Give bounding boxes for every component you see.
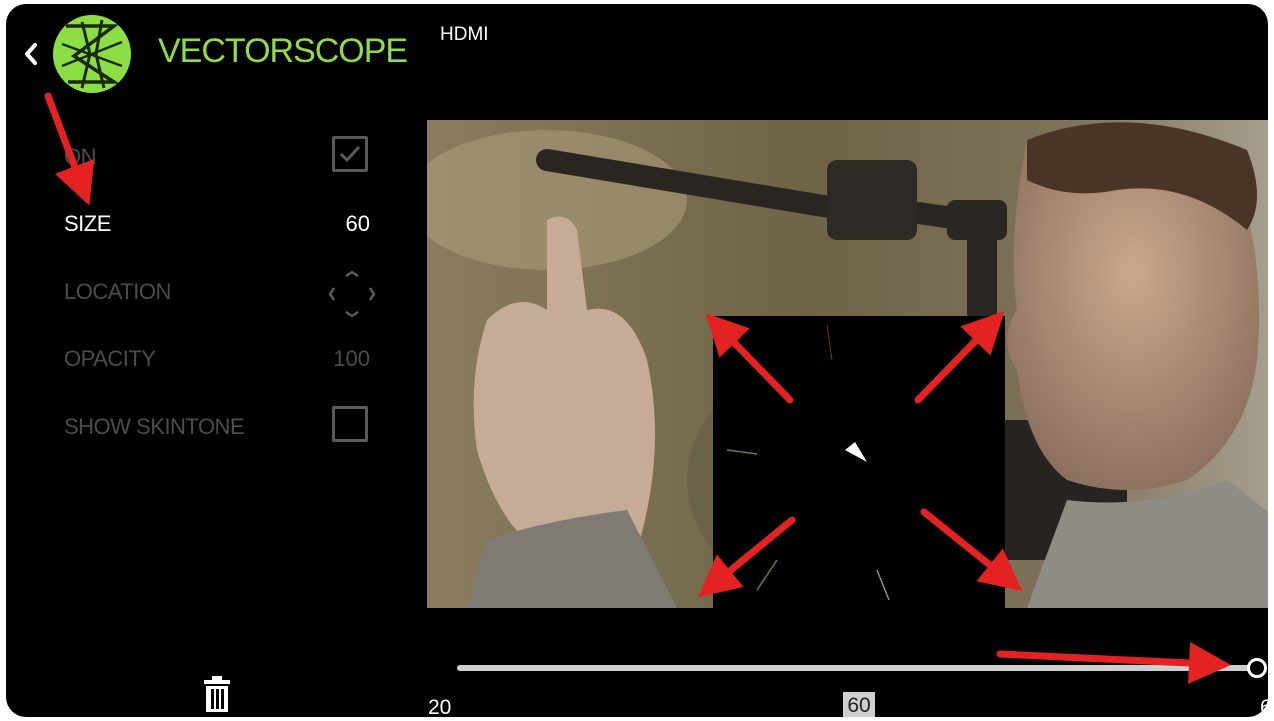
monitor-screen: VECTORSCOPE HDMI ON SIZE 60 LOCATION OPA… xyxy=(6,4,1268,717)
show-skintone-checkbox[interactable] xyxy=(332,406,368,442)
back-button[interactable] xyxy=(20,40,42,68)
video-preview xyxy=(427,120,1268,608)
menu-item-location-label: LOCATION xyxy=(64,279,171,304)
video-frame-image xyxy=(427,120,1268,608)
menu-item-on-label: ON xyxy=(64,144,97,169)
size-value: 60 xyxy=(345,211,370,236)
app-logo xyxy=(53,15,131,93)
chevron-left-icon xyxy=(25,43,37,65)
menu-item-show-skintone-label: SHOW SKINTONE xyxy=(64,414,245,439)
slider-min-label: 20 xyxy=(428,696,452,717)
slider-current-label: 60 xyxy=(843,692,875,717)
on-checkbox[interactable] xyxy=(332,136,368,172)
size-slider-track[interactable] xyxy=(457,665,1257,671)
input-source-label: HDMI xyxy=(440,24,489,45)
menu-item-location[interactable]: LOCATION xyxy=(64,279,171,305)
checkmark-icon xyxy=(339,145,361,163)
opacity-value: 100 xyxy=(333,346,370,371)
size-slider-handle[interactable] xyxy=(1247,658,1267,678)
slider-max-label: 6 xyxy=(1260,696,1268,717)
menu-item-opacity-label: OPACITY xyxy=(64,346,156,371)
menu-item-size-label: SIZE xyxy=(64,211,111,236)
menu-item-size[interactable]: SIZE xyxy=(64,211,111,237)
page-title: VECTORSCOPE xyxy=(158,32,408,70)
menu-item-opacity[interactable]: OPACITY xyxy=(64,346,156,372)
menu-item-show-skintone[interactable]: SHOW SKINTONE xyxy=(64,414,245,440)
location-diamond-icon[interactable] xyxy=(328,270,376,318)
menu-item-on[interactable]: ON xyxy=(64,144,97,170)
trash-icon[interactable] xyxy=(202,676,232,712)
